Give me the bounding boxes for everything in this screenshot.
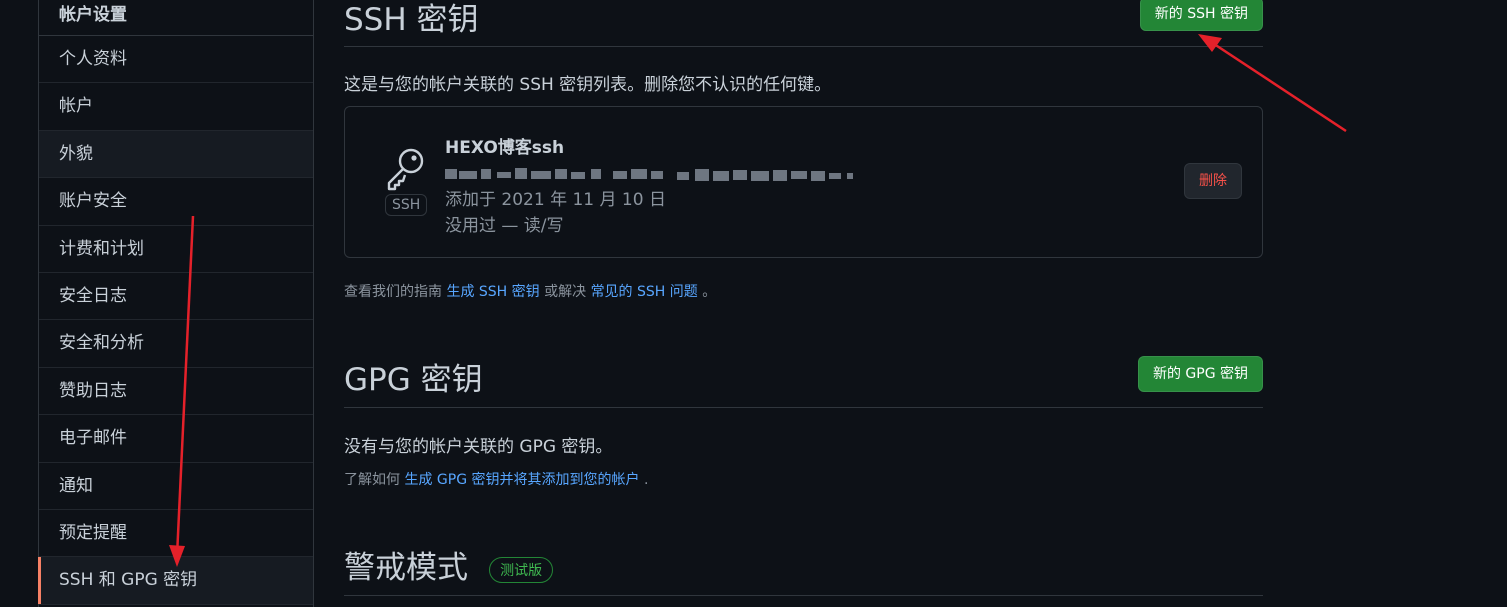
ssh-key-added-date: 添加于 2021 年 11 月 10 日 (445, 190, 666, 210)
ssh-guide-suffix: 。 (702, 284, 717, 300)
settings-sidebar: 帐户设置 个人资料 帐户 外貌 账户安全 计费和计划 安全日志 安全和分析 赞助… (38, 0, 314, 607)
main-content: SSH 密钥 新的 SSH 密钥 这是与您的帐户关联的 SSH 密钥列表。删除您… (344, 0, 1263, 607)
gpg-learn-text: 了解如何 生成 GPG 密钥并将其添加到您的帐户 . (344, 469, 648, 489)
ssh-key-fingerprint-redacted (445, 159, 865, 185)
ssh-key-type-badge: SSH (385, 194, 428, 216)
sidebar-item-billing[interactable]: 计费和计划 (39, 226, 313, 273)
gpg-learn-suffix: . (643, 472, 649, 488)
sidebar-item-security-analysis[interactable]: 安全和分析 (39, 320, 313, 368)
ssh-description: 这是与您的帐户关联的 SSH 密钥列表。删除您不认识的任何键。 (344, 75, 832, 95)
beta-badge: 测试版 (489, 556, 554, 583)
ssh-guide-middle: 或解决 (544, 284, 587, 300)
sidebar-item-sponsorship-log[interactable]: 赞助日志 (39, 368, 313, 416)
sidebar-item-security-log[interactable]: 安全日志 (39, 273, 313, 321)
sidebar-header: 帐户设置 (39, 0, 313, 36)
new-gpg-key-button[interactable]: 新的 GPG 密钥 (1137, 356, 1263, 392)
ssh-section-header: SSH 密钥 新的 SSH 密钥 (344, 0, 1263, 47)
vigilant-section-header: 警戒模式 测试版 (344, 536, 1263, 596)
ssh-key-item: SSH HEXO博客ssh 添加于 2021 年 11 月 10 日 没用过 —… (344, 106, 1263, 258)
sidebar-item-account[interactable]: 帐户 (39, 83, 313, 131)
new-ssh-key-button[interactable]: 新的 SSH 密钥 (1139, 0, 1263, 31)
generate-gpg-key-link[interactable]: 生成 GPG 密钥并将其添加到您的帐户 (404, 472, 639, 488)
sidebar-item-profile[interactable]: 个人资料 (39, 36, 313, 84)
sidebar-item-account-security[interactable]: 账户安全 (39, 178, 313, 226)
gpg-learn-prefix: 了解如何 (344, 472, 400, 488)
settings-page: 帐户设置 个人资料 帐户 外貌 账户安全 计费和计划 安全日志 安全和分析 赞助… (0, 0, 1507, 607)
ssh-troubleshooting-link[interactable]: 常见的 SSH 问题 (591, 284, 698, 300)
vigilant-title-row: 警戒模式 测试版 (344, 542, 554, 587)
ssh-guide-prefix: 查看我们的指南 (344, 284, 442, 300)
ssh-guide-text: 查看我们的指南 生成 SSH 密钥 或解决 常见的 SSH 问题 。 (344, 281, 716, 301)
sidebar-item-appearance[interactable]: 外貌 (39, 130, 313, 179)
generate-ssh-key-link[interactable]: 生成 SSH 密钥 (446, 284, 539, 300)
key-icon (383, 145, 429, 191)
ssh-section-title: SSH 密钥 (344, 2, 479, 38)
sidebar-item-ssh-gpg-keys[interactable]: SSH 和 GPG 密钥 (38, 557, 313, 605)
sidebar-item-emails[interactable]: 电子邮件 (39, 415, 313, 463)
vigilant-section-title: 警戒模式 (344, 550, 468, 586)
sidebar-item-notifications[interactable]: 通知 (39, 463, 313, 510)
ssh-key-title: HEXO博客ssh (445, 138, 565, 158)
gpg-description: 没有与您的帐户关联的 GPG 密钥。 (344, 437, 613, 457)
gpg-section-header: GPG 密钥 新的 GPG 密钥 (344, 348, 1263, 408)
ssh-key-usage: 没用过 — 读/写 (445, 216, 564, 236)
sidebar-item-scheduled-reminders[interactable]: 预定提醒 (39, 510, 313, 558)
delete-ssh-key-button[interactable]: 删除 (1184, 163, 1242, 199)
gpg-section-title: GPG 密钥 (344, 362, 483, 398)
